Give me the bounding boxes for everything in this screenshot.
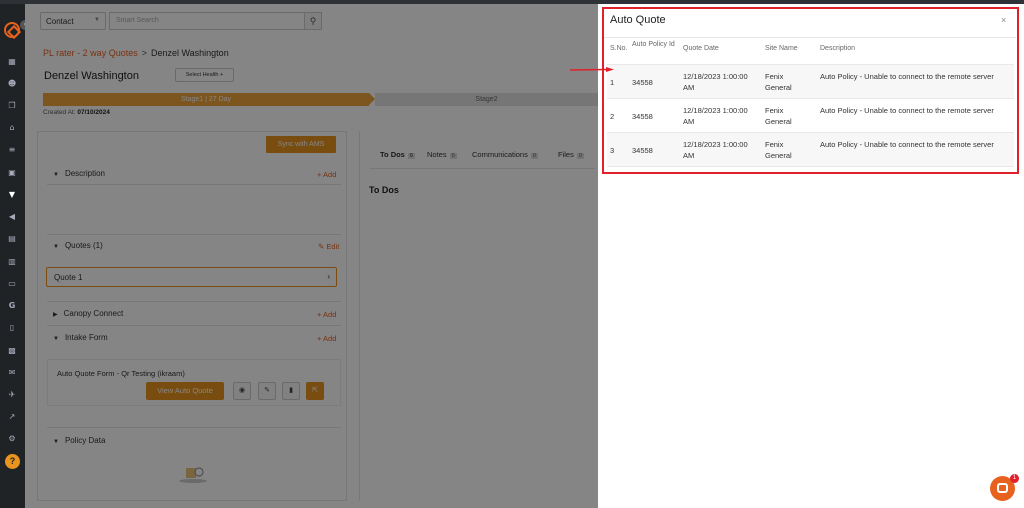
copy-icon[interactable]: ❐ bbox=[7, 101, 17, 111]
highlight-box bbox=[602, 7, 1019, 174]
chart-icon[interactable]: ▥ bbox=[7, 257, 17, 267]
list-icon[interactable]: ≡ bbox=[7, 145, 17, 155]
filter-icon[interactable]: ▼ bbox=[7, 190, 17, 200]
chat-launcher-button[interactable]: 1 bbox=[990, 474, 1019, 501]
document-icon[interactable]: ▤ bbox=[7, 234, 17, 244]
dashboard-icon[interactable]: ▦ bbox=[7, 57, 17, 67]
users-icon[interactable]: ☻ bbox=[7, 79, 17, 89]
mail-icon[interactable]: ✉ bbox=[7, 368, 17, 378]
annotation-arrow-icon bbox=[570, 67, 614, 72]
trend-icon[interactable]: ↗ bbox=[7, 412, 17, 422]
modal-backdrop[interactable] bbox=[25, 4, 598, 508]
file-icon[interactable]: ▯ bbox=[7, 323, 17, 333]
google-icon[interactable]: G bbox=[7, 301, 17, 311]
bank-icon[interactable]: ⌂ bbox=[7, 123, 17, 133]
logo-icon[interactable] bbox=[4, 22, 20, 38]
megaphone-icon[interactable]: ◀ bbox=[7, 212, 17, 222]
chat-icon bbox=[997, 483, 1008, 493]
chat-notification-badge: 1 bbox=[1010, 474, 1019, 483]
calendar-icon[interactable]: ▩ bbox=[7, 346, 17, 356]
folder-icon[interactable]: ▭ bbox=[7, 279, 17, 289]
plane-icon[interactable]: ✈ bbox=[7, 390, 17, 400]
image-icon[interactable]: ▣ bbox=[7, 168, 17, 178]
sidebar: ‹ ▦ ☻ ❐ ⌂ ≡ ▣ ▼ ◀ ▤ ▥ ▭ G ▯ ▩ ✉ ✈ ↗ ⚙ ? bbox=[0, 4, 30, 508]
help-icon[interactable]: ? bbox=[5, 454, 20, 469]
gear-icon[interactable]: ⚙ bbox=[7, 434, 17, 444]
